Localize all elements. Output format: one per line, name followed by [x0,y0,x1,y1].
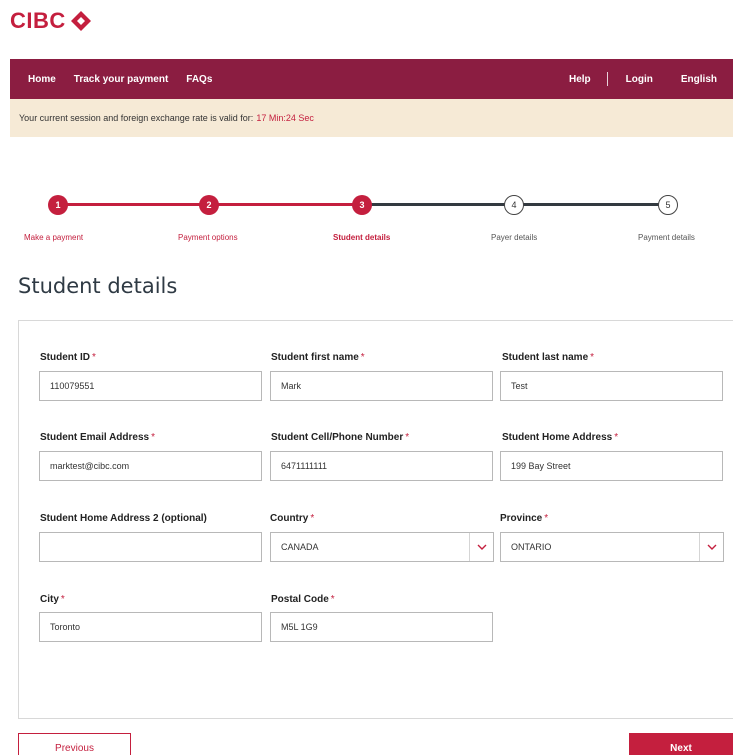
home-address-input[interactable]: 199 Bay Street [500,451,723,481]
postal-code-label-text: Postal Code [271,594,329,605]
chevron-down-icon[interactable] [699,533,723,561]
country-label-text: Country [270,513,309,524]
required-marker: * [330,594,335,605]
progress-stepper: 1 2 3 4 5 Make a payment Payment options… [0,185,733,255]
country-label: Country * [270,513,314,524]
step-2-label: Payment options [178,233,238,242]
language-toggle[interactable]: English [681,74,717,85]
chevron-down-icon[interactable] [469,533,493,561]
last-name-label-text: Student last name [502,352,589,363]
session-time-remaining: 17 Min:24 Sec [256,113,314,123]
last-name-input[interactable]: Test [500,371,723,401]
province-label: Province * [500,513,548,524]
previous-button[interactable]: Previous [18,733,131,755]
step-3-circle: 3 [352,195,372,215]
email-label: Student Email Address * [40,432,155,443]
province-label-text: Province [500,513,543,524]
step-2-circle: 2 [199,195,219,215]
province-selected-value: ONTARIO [511,542,552,552]
postal-code-label: Postal Code * [271,594,335,605]
step-3-label: Student details [333,233,391,242]
phone-label-text: Student Cell/Phone Number [271,432,404,443]
step-5-label: Payment details [638,233,695,242]
phone-input[interactable]: 6471111111 [270,451,493,481]
session-timer-banner: Your current session and foreign exchang… [10,99,733,137]
required-marker: * [614,432,619,443]
email-label-text: Student Email Address [40,432,150,443]
nav-login-link[interactable]: Login [626,74,653,85]
email-input[interactable]: marktest@cibc.com [39,451,262,481]
session-message: Your current session and foreign exchang… [19,113,254,123]
home-address-2-label-text: Student Home Address 2 (optional) [40,513,207,524]
first-name-input[interactable]: Mark [270,371,493,401]
cibc-diamond-logo-icon [70,11,91,31]
city-label-text: City [40,594,59,605]
nav-right-links: Help Login English [569,72,733,86]
top-navigation-bar: Home Track your payment FAQs Help Login … [10,59,733,99]
country-select[interactable]: CANADA [270,532,494,562]
city-label: City * [40,594,65,605]
nav-home-link[interactable]: Home [28,74,56,85]
required-marker: * [405,432,410,443]
nav-track-payment-link[interactable]: Track your payment [74,74,168,85]
required-marker: * [360,352,365,363]
nav-help-link[interactable]: Help [569,74,591,85]
first-name-label-text: Student first name [271,352,359,363]
student-details-form: Student ID * 110079551 Student first name… [18,320,733,719]
next-button[interactable]: Next [629,733,733,755]
student-id-input[interactable]: 110079551 [39,371,262,401]
step-4-circle: 4 [504,195,524,215]
step-1-label: Make a payment [24,233,84,242]
required-marker: * [151,432,156,443]
required-marker: * [590,352,595,363]
province-select[interactable]: ONTARIO [500,532,724,562]
city-input[interactable]: Toronto [39,612,262,642]
student-id-label-text: Student ID [40,352,90,363]
country-selected-value: CANADA [281,542,319,552]
last-name-label: Student last name * [502,352,594,363]
home-address-2-input[interactable] [39,532,262,562]
step-1-circle: 1 [48,195,68,215]
required-marker: * [60,594,65,605]
step-5-circle: 5 [658,195,678,215]
student-id-label: Student ID * [40,352,96,363]
home-address-label-text: Student Home Address [502,432,613,443]
page-title: Student details [18,274,178,298]
nav-divider [606,72,608,86]
required-marker: * [310,513,315,524]
cibc-logo[interactable]: CIBC [10,10,92,32]
postal-code-input[interactable]: M5L 1G9 [270,612,493,642]
phone-label: Student Cell/Phone Number * [271,432,409,443]
required-marker: * [544,513,549,524]
brand-name: CIBC [10,8,66,33]
nav-faqs-link[interactable]: FAQs [186,74,212,85]
first-name-label: Student first name * [271,352,365,363]
home-address-2-label: Student Home Address 2 (optional) [40,513,207,524]
home-address-label: Student Home Address * [502,432,618,443]
nav-left-links: Home Track your payment FAQs [10,74,212,85]
required-marker: * [92,352,96,363]
step-4-label: Payer details [491,233,538,242]
